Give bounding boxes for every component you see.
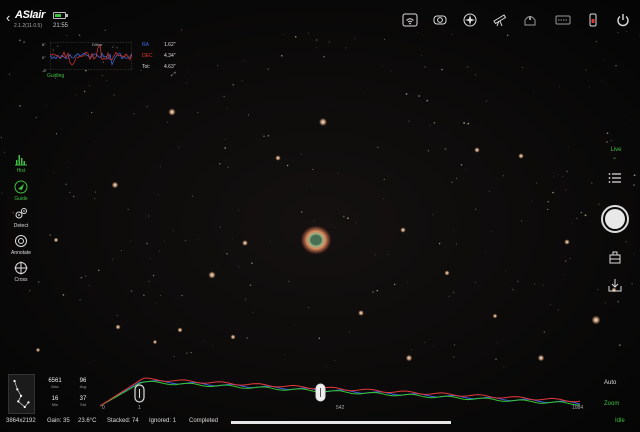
live-mode-toggle[interactable]: Live [604,147,628,153]
status-gain: Gain: 35 [47,418,70,424]
tool-guide-label: Guide [14,196,28,202]
stat-min-key: Min [51,402,59,407]
progress-fill [231,421,451,424]
observatory-icon[interactable] [522,12,538,28]
stat-max: 6561 Max [45,378,65,389]
telescope-icon[interactable] [492,12,508,28]
status-state: Completed [189,418,219,424]
clock: 21:55 [53,23,69,29]
guide-icon [14,180,28,194]
annotate-icon [15,235,27,247]
status-stacked: Stacked: 74 [107,418,139,424]
battery-icon [53,12,68,19]
filter-wheel-icon[interactable] [585,12,601,28]
back-chevron-icon[interactable]: ‹ [6,10,10,25]
power-icon[interactable] [615,12,631,28]
tool-guide[interactable]: Guide [4,180,38,202]
stat-max-key: Max [51,384,59,389]
guide-graph-panel[interactable]: 8" 0" -8" Dither RA 1.62" DEC 4.34" Tot:… [42,40,184,82]
settings-panel-icon[interactable] [555,12,571,28]
stat-std-key: Std [79,402,86,407]
camera-icon[interactable] [432,12,448,28]
app-logo: ASIair [15,9,45,21]
shutter-button[interactable] [601,205,629,233]
stat-avg: 96 Avg [73,378,93,389]
dec-value: 4.34" [164,53,176,59]
focuser-icon[interactable] [462,12,478,28]
tool-hist-label: Hist [16,168,26,174]
detect-icon [15,208,27,219]
tool-annotate-label: Annotate [10,250,32,256]
guide-y-tick: 0" [42,55,46,60]
status-bar: 3864x2192 Gain: 35 23.6°C Stacked: 74 Ig… [0,416,600,430]
wifi-icon[interactable] [402,12,418,28]
histogram-mid-handle[interactable] [315,383,326,402]
expand-icon[interactable]: ⤢ [171,72,176,79]
tool-detect-label: Detect [13,223,29,229]
stat-avg-key: Avg [79,384,87,389]
histogram-icon [15,155,27,166]
guiding-status: Guiding [47,73,65,79]
tool-hist[interactable]: Hist [4,152,38,174]
chevron-down-icon[interactable]: ⌄ [612,154,617,161]
stack-icon[interactable] [607,249,623,265]
stat-min: 16 Min [45,396,65,407]
tot-label: Tot: [142,64,151,70]
idle-status: Idle [615,418,625,424]
hist-left-handle-value: 1 [138,405,141,411]
ra-value: 1.62" [164,42,176,48]
tool-detect[interactable]: Detect [4,207,38,229]
list-icon[interactable] [607,170,623,186]
tool-cross[interactable]: Cross [4,261,38,283]
hist-mid-handle-value: 542 [336,405,345,411]
guide-chart [50,42,132,70]
tool-annotate[interactable]: Annotate [4,234,38,256]
guide-title: Dither [92,42,103,47]
guide-y-tick: 8" [42,42,46,47]
save-icon[interactable] [607,277,623,293]
hist-left-number: 0 [102,405,105,411]
crosshair-icon [14,261,28,275]
auto-stretch-button[interactable]: Auto [604,380,616,386]
shutter-icon [605,209,625,229]
constellation-thumbnail[interactable] [8,374,35,414]
status-temperature: 23.6°C [78,418,97,424]
zoom-button[interactable]: Zoom [604,401,619,407]
hist-right-number: 1084 [572,405,584,411]
dec-label: DEC [142,53,153,59]
app-version: 2.1.2(11.0.5) [14,23,42,29]
status-resolution: 3864x2192 [6,418,36,424]
histogram-left-handle[interactable] [134,384,145,403]
stat-std: 37 Std [73,396,93,407]
progress-bar [231,421,451,424]
tot-value: 4.63" [164,64,176,70]
top-bar: ‹ ASIair 2.1.2(11.0.5) 21:55 [0,0,640,38]
ra-label: RA [142,42,149,48]
status-ignored: Ignored: 1 [149,418,177,424]
tool-cross-label: Cross [14,277,28,283]
